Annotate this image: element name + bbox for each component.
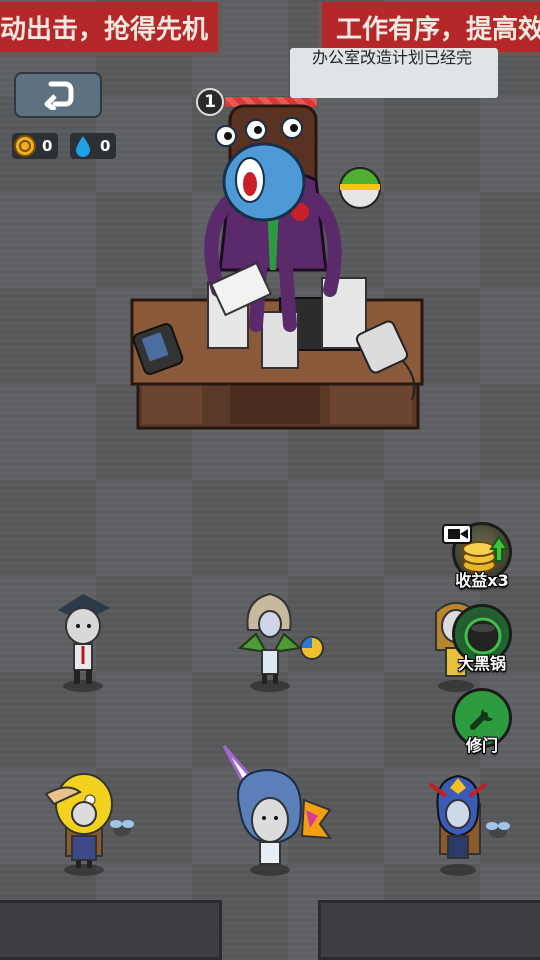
coin-icon xyxy=(14,135,36,157)
employee-character[interactable] xyxy=(420,770,520,880)
slogan-text-left: 动出击，抢得先机 xyxy=(0,14,208,45)
back-button[interactable] xyxy=(14,72,102,118)
employee-character[interactable] xyxy=(48,590,118,700)
boss-desk-scene xyxy=(130,104,424,430)
water-drop-icon xyxy=(72,135,94,157)
bottom-wall-left xyxy=(0,900,222,960)
water-value: 0 xyxy=(100,137,111,155)
income-x3-label: 收益x3 xyxy=(455,571,509,590)
employee-character[interactable] xyxy=(236,590,326,700)
bottom-wall-right xyxy=(318,900,540,960)
repair-door-label: 修门 xyxy=(465,736,498,755)
video-icon xyxy=(442,524,472,544)
employee-character[interactable] xyxy=(44,770,144,880)
employee-character[interactable] xyxy=(220,740,340,880)
slogan-banner-left: 动出击，抢得先机 xyxy=(0,2,222,56)
back-arrow-icon xyxy=(44,81,74,110)
notification-text: 办公室改造计划已经完 xyxy=(312,48,473,67)
coin-value: 0 xyxy=(42,137,53,155)
black-pot-label: 大黑锅 xyxy=(457,654,506,673)
wrench-icon xyxy=(470,709,493,730)
notification-toast: 办公室改造计划已经完 xyxy=(290,48,498,98)
coin-counter: 0 xyxy=(12,133,59,159)
water-counter: 0 xyxy=(70,133,117,159)
slogan-text-right: 工作有序，提高效 xyxy=(336,14,540,45)
